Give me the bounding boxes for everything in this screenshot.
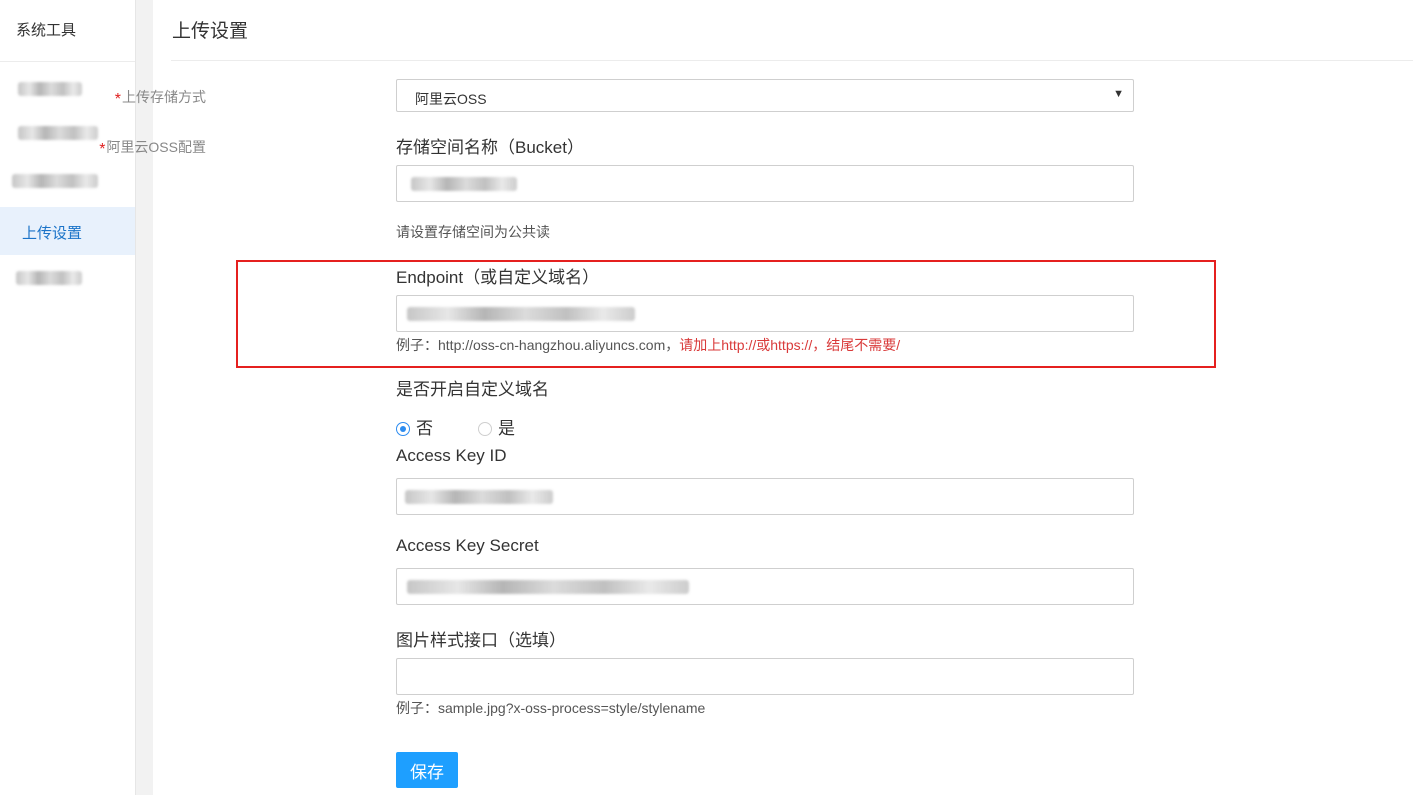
oss-config-label-text: 阿里云OSS配置 — [106, 139, 206, 155]
access-key-id-label: Access Key ID — [396, 446, 507, 465]
redacted-label — [12, 174, 98, 188]
radio-unchecked-icon — [478, 422, 492, 436]
oss-config-label: *阿里云OSS配置 — [99, 137, 206, 159]
sidebar: 系统工具 上传设置 — [0, 0, 136, 795]
access-key-secret-label: Access Key Secret — [396, 536, 539, 555]
custom-domain-label: 是否开启自定义域名 — [396, 380, 549, 399]
bucket-hint: 请设置存储空间为公共读 — [396, 224, 550, 240]
endpoint-hint: 例子：http://oss-cn-hangzhou.aliyuncs.com，请… — [396, 335, 900, 355]
redacted-value — [407, 580, 689, 594]
page-title: 上传设置 — [172, 21, 249, 42]
required-mark: * — [99, 141, 106, 158]
bucket-input[interactable] — [396, 165, 1134, 202]
title-divider — [171, 60, 1413, 61]
custom-domain-option-yes[interactable]: 是 — [478, 414, 515, 439]
redacted-label — [18, 126, 98, 140]
endpoint-hint-example: 例子：http://oss-cn-hangzhou.aliyuncs.com， — [396, 337, 680, 353]
layout-gutter — [136, 0, 153, 795]
storage-method-label-text: 上传存储方式 — [122, 89, 206, 105]
redacted-value — [405, 490, 553, 504]
storage-method-value: 阿里云OSS — [415, 91, 487, 107]
custom-domain-option-no[interactable]: 否 — [396, 414, 433, 439]
required-mark: * — [114, 91, 121, 108]
radio-checked-icon — [396, 422, 410, 436]
storage-method-select[interactable]: 阿里云OSS ▼ — [396, 79, 1134, 112]
image-style-hint: 例子：sample.jpg?x-oss-process=style/stylen… — [396, 700, 706, 716]
redacted-value — [411, 177, 517, 191]
sidebar-item-label: 上传设置 — [22, 225, 83, 242]
storage-method-label: *上传存储方式 — [115, 87, 206, 109]
bucket-label: 存储空间名称（Bucket） — [396, 138, 584, 157]
save-button[interactable]: 保存 — [396, 752, 458, 788]
redacted-label — [16, 271, 82, 285]
sidebar-item-redacted-4[interactable] — [0, 256, 135, 304]
redacted-value — [407, 307, 635, 321]
radio-option-label: 是 — [498, 419, 515, 438]
sidebar-item-redacted-3[interactable] — [0, 159, 135, 207]
endpoint-input[interactable] — [396, 295, 1134, 332]
access-key-id-input[interactable] — [396, 478, 1134, 515]
image-style-input[interactable] — [396, 658, 1134, 695]
endpoint-label: Endpoint（或自定义域名） — [396, 268, 600, 287]
endpoint-hint-warning: 请加上http://或https://，结尾不需要/ — [679, 337, 901, 353]
image-style-label: 图片样式接口（选填） — [396, 631, 566, 650]
sidebar-item-upload-settings[interactable]: 上传设置 — [0, 207, 135, 255]
sidebar-divider — [0, 61, 135, 62]
access-key-secret-input[interactable] — [396, 568, 1134, 605]
sidebar-title: 系统工具 — [16, 22, 77, 39]
chevron-down-icon: ▼ — [1113, 88, 1124, 100]
main-content: 上传设置 *上传存储方式 阿里云OSS ▼ *阿里云OSS配置 存储空间名称（B… — [99, 0, 1413, 795]
radio-option-label: 否 — [416, 419, 433, 438]
redacted-label — [18, 82, 82, 96]
